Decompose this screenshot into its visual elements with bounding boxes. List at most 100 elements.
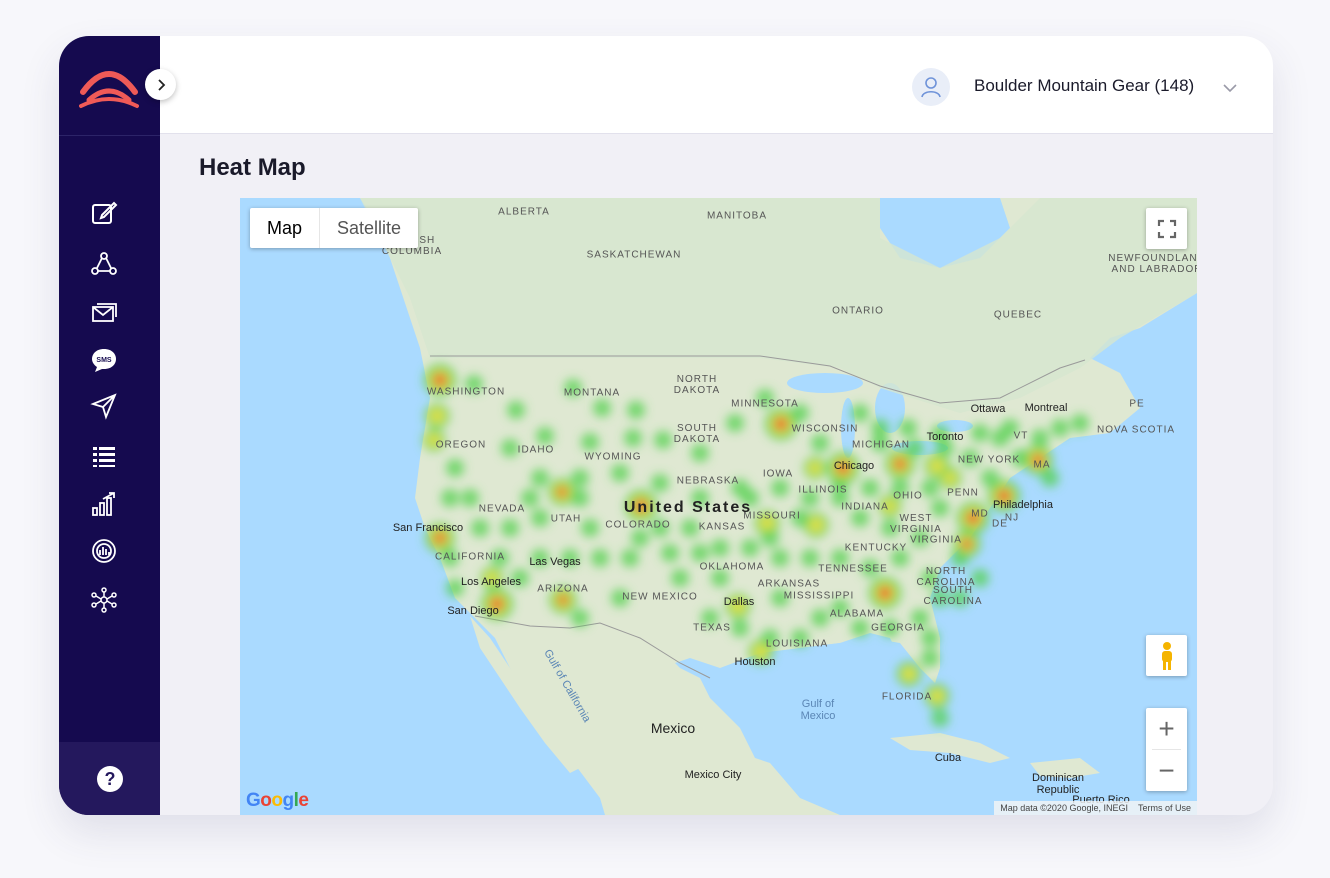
region-label: UTAH [550,513,582,525]
account-dropdown[interactable] [1222,80,1238,98]
region-label: MD [971,508,989,520]
city-label: San Diego [447,605,499,617]
heat-point [691,444,709,462]
zoom-control: + − [1146,708,1187,791]
country-label-mexico: Mexico [650,720,696,736]
heat-point [434,532,446,544]
region-label: KANSAS [698,521,746,533]
region-label: FLORIDA [881,691,933,703]
send-icon[interactable] [89,391,119,421]
water-label: Gulf of Mexico [800,698,836,722]
heat-point [581,433,599,451]
heat-point [536,427,554,445]
svg-text:SMS: SMS [96,357,112,364]
heat-map[interactable]: ALBERTAMANITOBASASKATCHEWANBRITISHCOLUMB… [240,198,1197,815]
terms-link[interactable]: Terms of Use [1138,801,1191,815]
region-label: WISCONSIN [791,423,859,435]
sidebar-toggle-button[interactable] [145,69,176,100]
heat-point [861,479,879,497]
city-label: Dallas [723,596,755,608]
map-type-satellite-button[interactable]: Satellite [320,208,418,248]
heat-point [921,479,939,497]
street-view-button[interactable] [1146,635,1187,676]
city-label: Mexico City [684,769,742,781]
heat-point [808,461,822,475]
region-label: KENTUCKY [844,542,908,554]
city-label: Ottawa [970,403,1006,415]
heat-point [681,519,699,537]
map-type-control: Map Satellite [250,208,419,248]
email-icon[interactable] [89,298,119,328]
heat-point [991,429,1009,447]
region-label: ALABAMA [829,608,885,620]
zoom-out-button[interactable]: − [1146,750,1187,791]
heat-point [531,509,549,527]
heat-point [661,544,679,562]
avatar[interactable] [912,68,950,106]
heat-point [775,418,787,430]
heat-point [461,489,479,507]
heat-point [558,595,568,605]
region-label: COLORADO [605,519,671,531]
brand-logo-icon[interactable] [79,62,139,110]
google-logo: Google [246,790,309,811]
heat-point [1051,419,1069,437]
region-label: ONTARIO [832,305,884,317]
region-label: SASKATCHEWAN [586,249,682,261]
heat-point [621,549,639,567]
heat-point [879,587,891,599]
sms-icon[interactable]: SMS [89,345,119,375]
heat-point [501,439,519,457]
city-label: Los Angeles [461,576,521,588]
svg-text:?: ? [104,769,115,789]
fullscreen-button[interactable] [1146,208,1187,249]
region-label: NEBRASKA [676,475,740,487]
heat-point [557,487,567,497]
heat-point [931,709,949,727]
user-icon [921,77,941,98]
heat-point [771,549,789,567]
heat-point [434,374,446,386]
region-label: ARKANSAS [757,578,821,590]
account-name[interactable]: Boulder Mountain Gear (148) [974,76,1194,96]
region-label: MICHIGAN [852,439,910,451]
heat-point [1031,429,1049,447]
heat-point [741,539,759,557]
map-type-map-button[interactable]: Map [250,208,321,248]
attribution-text: Map data ©2020 Google, INEGI [1000,803,1128,813]
hub-icon[interactable] [89,585,119,615]
region-label: NORTH DAKOTA [673,374,721,396]
region-label: NEVADA [478,503,526,515]
city-label: Montreal [1024,402,1068,414]
region-label: GEORGIA [871,622,925,634]
heat-point [808,517,824,533]
heat-point [651,474,669,492]
network-icon[interactable] [89,249,119,279]
bar-chart-icon[interactable] [89,489,119,519]
region-label: MA [1033,459,1051,471]
list-icon[interactable] [89,441,119,471]
heat-point [901,666,917,682]
city-label: Dominican Republic [1032,772,1084,796]
heat-point [711,539,729,557]
heat-point [1071,414,1089,432]
chevron-down-icon [1223,84,1237,93]
city-label: Chicago [833,460,875,472]
region-label: ALBERTA [498,206,550,218]
region-label: INDIANA [841,501,889,513]
edit-icon[interactable] [89,198,119,228]
region-label: NEWFOUNDLAND AND LABRADOR [1108,253,1197,275]
help-area: ? [59,742,160,815]
help-icon[interactable]: ? [96,765,124,793]
zoom-in-button[interactable]: + [1146,708,1187,749]
region-label: MINNESOTA [731,398,799,410]
heat-point [571,469,589,487]
heat-point [611,464,629,482]
heat-point [943,471,957,485]
heat-point [691,544,709,562]
region-label: ILLINOIS [798,484,848,496]
heat-point [581,519,599,537]
region-label: ARIZONA [537,583,589,595]
heat-point [726,414,744,432]
gauge-icon[interactable] [89,536,119,566]
